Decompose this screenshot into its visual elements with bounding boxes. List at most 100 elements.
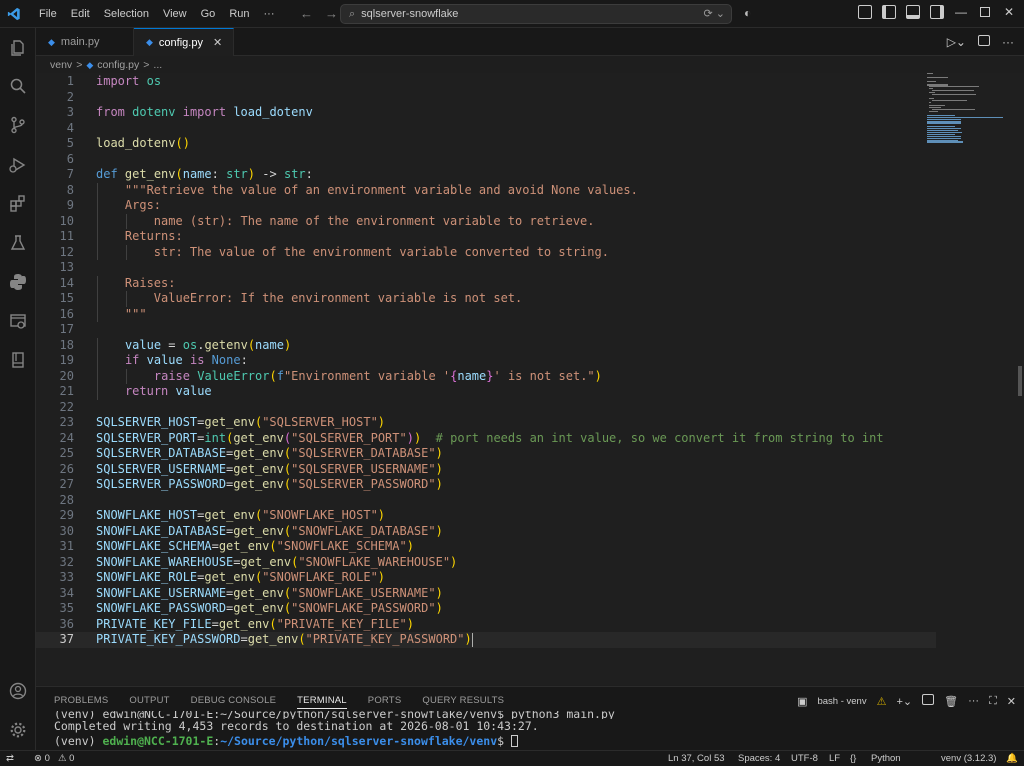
tab-output[interactable]: OUTPUT (129, 695, 169, 709)
tab-main-py[interactable]: ◆ main.py (36, 28, 134, 56)
terminal-output[interactable]: (venv) edwin@NCC-1701-E:~/Source/python/… (54, 711, 1014, 748)
code-line[interactable]: 5 load_dotenv() (36, 136, 936, 152)
tab-debug-console[interactable]: DEBUG CONSOLE (191, 695, 276, 709)
code-line[interactable]: 6 (36, 152, 936, 168)
code-line[interactable]: 33 SNOWFLAKE_ROLE=get_env("SNOWFLAKE_ROLE… (36, 570, 936, 586)
code-line[interactable]: 31 SNOWFLAKE_SCHEMA=get_env("SNOWFLAKE_SC… (36, 539, 936, 555)
code-line[interactable]: 7 def get_env(name: str) -> str: (36, 167, 936, 183)
code-line[interactable]: 4 (36, 121, 936, 137)
menu-view[interactable]: View (156, 0, 194, 28)
copilot-chevron-icon[interactable]: ⟳ ⌄ (704, 7, 726, 20)
menu-go[interactable]: Go (194, 0, 223, 28)
editor-scrollbar-thumb[interactable] (1018, 366, 1022, 396)
code-line[interactable]: 29 SNOWFLAKE_HOST=get_env("SNOWFLAKE_HOST… (36, 508, 936, 524)
menu-selection[interactable]: Selection (97, 0, 156, 28)
search-icon[interactable] (0, 68, 36, 104)
panel-more-icon[interactable]: ··· (968, 695, 979, 707)
toggle-panel-icon[interactable] (906, 5, 920, 19)
code-line[interactable]: 12 str: The value of the environment var… (36, 244, 936, 260)
maximize-panel-icon[interactable]: ⛶ (989, 695, 997, 708)
minimize-window-icon[interactable]: — (954, 5, 968, 19)
toggle-primary-sidebar-icon[interactable] (882, 5, 896, 19)
code-line[interactable]: 15 ValueError: If the environment variab… (36, 291, 936, 307)
command-center-search[interactable]: ⌕ sqlserver-snowflake ⟳ ⌄ (340, 4, 732, 24)
testing-flask-icon[interactable] (0, 225, 36, 261)
minimap[interactable] (927, 73, 1015, 143)
split-terminal-icon[interactable] (922, 694, 935, 708)
status-indentation[interactable]: Spaces: 4 (738, 753, 780, 764)
code-line[interactable]: 8 """Retrieve the value of an environmen… (36, 182, 936, 198)
settings-gear-icon[interactable] (0, 712, 36, 748)
notifications-bell-icon[interactable]: 🔔 (1006, 753, 1018, 764)
tab-query-results[interactable]: QUERY RESULTS (422, 695, 504, 709)
tab-ports[interactable]: PORTS (368, 695, 402, 709)
code-line[interactable]: 9 Args: (36, 198, 936, 214)
breadcrumb-more[interactable]: ... (153, 59, 162, 71)
code-line[interactable]: 28 (36, 493, 936, 509)
status-eol[interactable]: LF (829, 753, 840, 764)
status-warnings[interactable]: ⚠ 0 (58, 753, 74, 764)
toggle-secondary-sidebar-icon[interactable] (930, 5, 944, 19)
code-line[interactable]: 1 import os (36, 74, 936, 90)
maximize-window-icon[interactable] (978, 5, 992, 19)
menu-edit[interactable]: Edit (64, 0, 97, 28)
account-icon[interactable] (0, 673, 36, 709)
code-lines[interactable]: 1 import os 2 3 from dotenv import load_dote… (36, 74, 936, 648)
code-line[interactable]: 16 """ (36, 306, 936, 322)
tab-config-py[interactable]: ◆ config.py ✕ (134, 28, 234, 56)
run-debug-icon[interactable] (0, 147, 36, 183)
split-editor-icon[interactable] (978, 35, 990, 49)
code-line[interactable]: 18 value = os.getenv(name) (36, 337, 936, 353)
status-braces[interactable]: {} (850, 753, 856, 764)
code-line[interactable]: 13 (36, 260, 936, 276)
kill-terminal-trash-icon[interactable]: 🗑 (944, 695, 958, 708)
code-line[interactable]: 14 Raises: (36, 275, 936, 291)
breadcrumb-file[interactable]: config.py (97, 59, 139, 71)
more-actions-icon[interactable]: ··· (1002, 35, 1014, 49)
menu-file[interactable]: File (32, 0, 64, 28)
code-line[interactable]: 37 PRIVATE_KEY_PASSWORD=get_env("PRIVATE_… (36, 632, 936, 648)
back-arrow-icon[interactable]: ← (300, 6, 313, 21)
code-line[interactable]: 32 SNOWFLAKE_WAREHOUSE=get_env("SNOWFLAKE… (36, 555, 936, 571)
run-python-file-icon[interactable]: ▷⌄ (947, 35, 966, 49)
code-line[interactable]: 24 SQLSERVER_PORT=int(get_env("SQLSERVER_… (36, 431, 936, 447)
code-line[interactable]: 27 SQLSERVER_PASSWORD=get_env("SQLSERVER_… (36, 477, 936, 493)
status-encoding[interactable]: UTF-8 (791, 753, 818, 764)
source-control-icon[interactable] (0, 107, 36, 143)
status-interpreter[interactable]: venv (3.12.3) (941, 753, 996, 764)
close-window-icon[interactable]: ✕ (1002, 5, 1016, 19)
code-line[interactable]: 26 SQLSERVER_USERNAME=get_env("SQLSERVER_… (36, 462, 936, 478)
tab-problems[interactable]: PROBLEMS (54, 695, 108, 709)
code-line[interactable]: 10 name (str): The name of the environme… (36, 213, 936, 229)
code-line[interactable]: 11 Returns: (36, 229, 936, 245)
customize-layout-icon[interactable] (858, 5, 872, 19)
accounts-globe-icon[interactable]: ◐ (744, 6, 751, 20)
python-icon[interactable] (0, 264, 36, 300)
code-line[interactable]: 17 (36, 322, 936, 338)
code-line[interactable]: 3 from dotenv import load_dotenv (36, 105, 936, 121)
shell-label[interactable]: bash - venv (817, 696, 866, 707)
remote-indicator-icon[interactable]: ⇄ (6, 753, 14, 764)
code-line[interactable]: 30 SNOWFLAKE_DATABASE=get_env("SNOWFLAKE_… (36, 524, 936, 540)
menu-run[interactable]: Run (222, 0, 256, 28)
code-line[interactable]: 23 SQLSERVER_HOST=get_env("SQLSERVER_HOST… (36, 415, 936, 431)
status-language[interactable]: Python (871, 753, 901, 764)
code-line[interactable]: 34 SNOWFLAKE_USERNAME=get_env("SNOWFLAKE_… (36, 586, 936, 602)
warning-icon[interactable]: ⚠ (877, 695, 887, 708)
remote-explorer-icon[interactable] (0, 303, 36, 339)
status-cursor-position[interactable]: Ln 37, Col 53 (668, 753, 725, 764)
tab-terminal[interactable]: TERMINAL (297, 695, 347, 709)
code-line[interactable]: 25 SQLSERVER_DATABASE=get_env("SQLSERVER_… (36, 446, 936, 462)
code-line[interactable]: 35 SNOWFLAKE_PASSWORD=get_env("SNOWFLAKE_… (36, 601, 936, 617)
forward-arrow-icon[interactable]: → (325, 6, 338, 21)
code-line[interactable]: 36 PRIVATE_KEY_FILE=get_env("PRIVATE_KEY_… (36, 617, 936, 633)
code-editor[interactable]: 1 import os 2 3 from dotenv import load_dote… (36, 73, 1024, 685)
close-tab-icon[interactable]: ✕ (213, 36, 222, 49)
close-panel-icon[interactable]: ✕ (1007, 695, 1016, 708)
code-line[interactable]: 19 if value is None: (36, 353, 936, 369)
code-line[interactable]: 2 (36, 90, 936, 106)
code-line[interactable]: 20 raise ValueError(f"Environment variab… (36, 368, 936, 384)
menu-more[interactable]: ··· (257, 0, 282, 28)
status-errors[interactable]: ⊗ 0 (34, 753, 50, 764)
new-terminal-icon[interactable]: +⌄ (896, 695, 912, 708)
